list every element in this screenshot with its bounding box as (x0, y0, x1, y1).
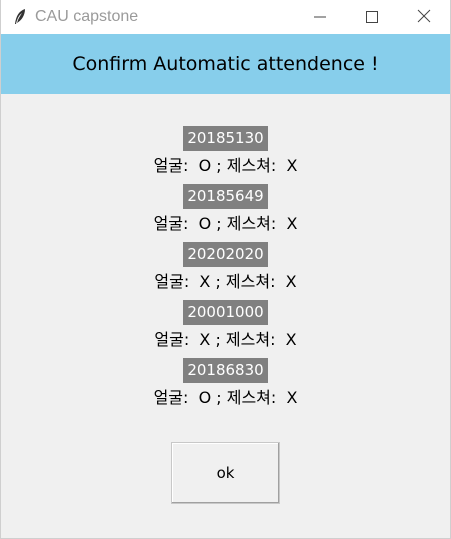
recognition-status: 얼굴: X ; 제스쳐: X (154, 272, 297, 291)
close-button[interactable] (398, 0, 450, 34)
ok-button[interactable]: ok (171, 442, 280, 504)
student-id-label: 20001000 (183, 300, 268, 325)
attendance-entry: 20185649 얼굴: O ; 제스쳐: X (1, 184, 450, 242)
window-title: CAU capstone (35, 8, 139, 25)
app-window: CAU capstone Confirm Automatic attendenc… (0, 0, 451, 539)
header-banner: Confirm Automatic attendence ! (1, 34, 450, 94)
maximize-button[interactable] (346, 0, 398, 34)
attendance-entry: 20202020 얼굴: X ; 제스쳐: X (1, 242, 450, 300)
recognition-status: 얼굴: O ; 제스쳐: X (153, 388, 298, 407)
minimize-button[interactable] (294, 0, 346, 34)
recognition-status: 얼굴: O ; 제스쳐: X (153, 214, 298, 233)
recognition-status: 얼굴: O ; 제스쳐: X (153, 156, 298, 175)
student-id-label: 20186830 (183, 358, 268, 383)
attendance-list: 20185130 얼굴: O ; 제스쳐: X 20185649 얼굴: O ;… (1, 126, 450, 416)
attendance-entry: 20001000 얼굴: X ; 제스쳐: X (1, 300, 450, 358)
maximize-icon (366, 8, 378, 27)
window-controls (294, 0, 450, 34)
attendance-entry: 20186830 얼굴: O ; 제스쳐: X (1, 358, 450, 416)
header-title: Confirm Automatic attendence ! (72, 53, 379, 75)
student-id-label: 20185130 (183, 126, 268, 151)
feather-icon (11, 8, 29, 26)
student-id-label: 20185649 (183, 184, 268, 209)
minimize-icon (314, 8, 326, 27)
close-icon (417, 8, 431, 27)
student-id-label: 20202020 (183, 242, 268, 267)
attendance-entry: 20185130 얼굴: O ; 제스쳐: X (1, 126, 450, 184)
title-bar[interactable]: CAU capstone (1, 0, 450, 34)
recognition-status: 얼굴: X ; 제스쳐: X (154, 330, 297, 349)
